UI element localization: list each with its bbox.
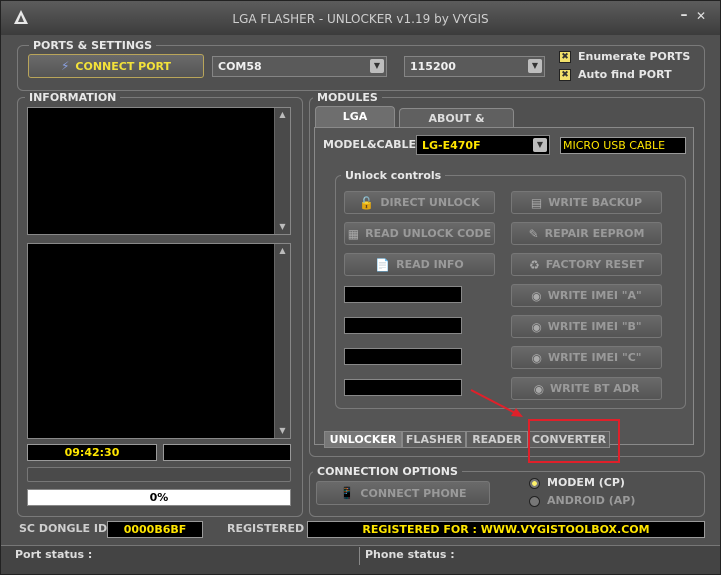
keypad-icon: ▦: [347, 226, 360, 241]
write-backup-button[interactable]: ▤ WRITE BACKUP: [511, 191, 662, 214]
bt-address-input[interactable]: [344, 379, 462, 396]
status-bar: [1, 545, 720, 574]
progress-percent: 0%: [149, 491, 169, 504]
clock-display: 09:42:30: [27, 444, 157, 461]
modem-cp-radio[interactable]: [529, 478, 540, 489]
model-cable-label: MODEL&CABLE :: [323, 138, 425, 151]
info-log-bottom-scrollbar[interactable]: ▲ ▼: [274, 244, 290, 438]
auto-find-port-checkbox[interactable]: ✖: [559, 69, 571, 81]
port-select-value: COM58: [218, 60, 262, 73]
repair-eeprom-button[interactable]: ✎ REPAIR EEPROM: [511, 222, 662, 245]
reset-icon: ♻: [528, 257, 540, 272]
registered-label: REGISTERED :: [227, 522, 313, 535]
tab-about-support[interactable]: ABOUT & SUPPORT: [399, 108, 514, 145]
write-imei-a-button[interactable]: ◉ WRITE IMEI "A": [511, 284, 662, 307]
phone-cable-icon: 📱: [339, 486, 355, 500]
write-imei-b-button[interactable]: ◉ WRITE IMEI "B": [511, 315, 662, 338]
status-divider: [359, 547, 360, 565]
scroll-down-icon[interactable]: ▼: [275, 220, 290, 234]
connect-phone-label: CONNECT PHONE: [360, 486, 467, 500]
android-ap-radio[interactable]: [529, 496, 540, 507]
unlock-icon: 🔓: [359, 195, 375, 210]
read-unlock-code-label: READ UNLOCK CODE: [365, 227, 492, 240]
write-imei-b-label: WRITE IMEI "B": [547, 320, 642, 333]
registered-value: REGISTERED FOR : WWW.VYGISTOOLBOX.COM: [307, 521, 705, 538]
model-select[interactable]: LG-E470F ▼: [416, 135, 550, 155]
app-window: LGA FLASHER - UNLOCKER v1.19 by VYGIS – …: [0, 0, 721, 575]
chevron-down-icon: ▼: [370, 59, 384, 73]
annotation-highlight-box: [528, 419, 620, 463]
title-bar[interactable]: LGA FLASHER - UNLOCKER v1.19 by VYGIS – …: [1, 1, 720, 35]
info-log-bottom: [27, 243, 291, 439]
imei-b-input[interactable]: [344, 317, 462, 334]
auto-find-port-label: Auto find PORT: [578, 68, 672, 81]
aux-progress-bar: [27, 467, 291, 482]
baud-select-value: 115200: [410, 60, 456, 73]
port-select[interactable]: COM58 ▼: [212, 56, 387, 77]
information-title: INFORMATION: [25, 91, 121, 104]
modules-title: MODULES: [313, 91, 382, 104]
write-bt-adr-label: WRITE BT ADR: [550, 382, 640, 395]
tab-unlocker[interactable]: UNLOCKER: [324, 431, 402, 448]
factory-reset-button[interactable]: ♻ FACTORY RESET: [511, 253, 662, 276]
write-bt-adr-button[interactable]: ◉ WRITE BT ADR: [511, 377, 662, 400]
factory-reset-label: FACTORY RESET: [545, 258, 645, 271]
plug-icon: ⚡: [60, 59, 70, 73]
backup-icon: ▤: [530, 195, 543, 210]
imei-icon: ◉: [533, 381, 545, 396]
connection-options-title: CONNECTION OPTIONS: [313, 465, 462, 478]
write-backup-label: WRITE BACKUP: [548, 196, 643, 209]
ports-settings-title: PORTS & SETTINGS: [29, 39, 157, 52]
cable-display: MICRO USB CABLE: [560, 137, 686, 154]
imei-icon: ◉: [531, 350, 542, 365]
enumerate-ports-checkbox[interactable]: ✖: [559, 51, 571, 63]
window-title: LGA FLASHER - UNLOCKER v1.19 by VYGIS: [232, 12, 489, 26]
dongle-id-value: 0000B6BF: [107, 521, 203, 538]
chevron-down-icon: ▼: [533, 138, 547, 152]
tab-reader[interactable]: READER: [466, 431, 528, 448]
connect-port-label: CONNECT PORT: [75, 59, 172, 73]
model-select-value: LG-E470F: [422, 139, 481, 152]
android-ap-label: ANDROID (AP): [547, 494, 636, 507]
write-imei-c-button[interactable]: ◉ WRITE IMEI "C": [511, 346, 662, 369]
direct-unlock-button[interactable]: 🔓 DIRECT UNLOCK: [344, 191, 495, 214]
tab-lga[interactable]: LGA: [315, 106, 395, 128]
scroll-up-icon[interactable]: ▲: [275, 108, 290, 122]
phone-status-label: Phone status :: [365, 548, 455, 561]
info-log-top-scrollbar[interactable]: ▲ ▼: [274, 108, 290, 234]
scroll-down-icon[interactable]: ▼: [275, 424, 290, 438]
imei-icon: ◉: [531, 319, 542, 334]
info-status-display: [163, 444, 291, 461]
repair-icon: ✎: [528, 226, 539, 241]
notepad-icon: 📄: [375, 257, 391, 272]
minimize-button[interactable]: –: [677, 7, 691, 23]
tab-flasher[interactable]: FLASHER: [402, 431, 466, 448]
write-imei-a-label: WRITE IMEI "A": [547, 289, 642, 302]
baud-select[interactable]: 115200 ▼: [404, 56, 545, 77]
close-button[interactable]: ✕: [694, 9, 708, 25]
read-info-label: READ INFO: [396, 258, 464, 271]
connect-phone-button[interactable]: 📱 CONNECT PHONE: [316, 481, 490, 505]
imei-a-input[interactable]: [344, 286, 462, 303]
chevron-down-icon: ▼: [528, 59, 542, 73]
read-unlock-code-button[interactable]: ▦ READ UNLOCK CODE: [344, 222, 495, 245]
modem-cp-label: MODEM (CP): [547, 476, 625, 489]
info-log-top: [27, 107, 291, 235]
port-status-label: Port status :: [15, 548, 93, 561]
repair-eeprom-label: REPAIR EEPROM: [544, 227, 645, 240]
write-imei-c-label: WRITE IMEI "C": [547, 351, 642, 364]
imei-c-input[interactable]: [344, 348, 462, 365]
dongle-id-label: SC DONGLE ID :: [19, 522, 116, 535]
main-progress-bar: 0%: [27, 489, 291, 506]
imei-icon: ◉: [531, 288, 542, 303]
unlock-controls-title: Unlock controls: [341, 169, 446, 182]
annotation-arrow: [470, 389, 523, 417]
enumerate-ports-label: Enumerate PORTS: [578, 50, 691, 63]
direct-unlock-label: DIRECT UNLOCK: [380, 196, 480, 209]
read-info-button[interactable]: 📄 READ INFO: [344, 253, 495, 276]
connect-port-button[interactable]: ⚡ CONNECT PORT: [28, 54, 204, 78]
scroll-up-icon[interactable]: ▲: [275, 244, 290, 258]
